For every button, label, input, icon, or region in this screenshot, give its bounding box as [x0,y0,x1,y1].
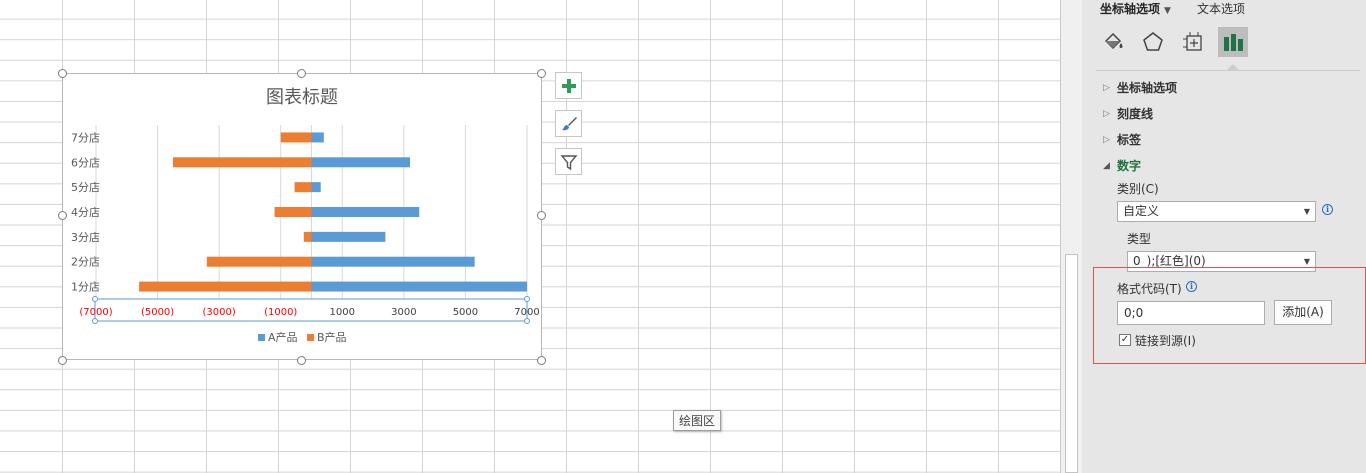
effects-tab[interactable] [1138,27,1168,57]
plot-area-tooltip: 绘图区 [673,410,722,431]
bar-b [280,132,312,143]
legend-label: B产品 [317,330,347,344]
bar-a [311,231,386,242]
plus-icon [561,78,576,93]
pane-divider [1096,70,1360,71]
section-number-label: 数字 [1117,159,1142,173]
size-properties-icon [1183,32,1202,51]
category-tick-label: 1分店 [71,280,100,294]
category-tick-label: 4分店 [71,205,100,219]
bar-b [172,157,312,168]
chart-resize-handle[interactable] [297,356,306,365]
sheet-vertical-scrollbar[interactable] [1060,0,1082,473]
bar-chart-icon [1224,34,1243,51]
bar-a [311,256,475,267]
chart-styles-button[interactable] [555,110,582,137]
bar-a [311,182,321,193]
x-tick-label: (5000) [141,307,174,318]
bar-b [206,256,312,267]
x-tick-label: 5000 [453,307,478,318]
pentagon-icon [1143,32,1163,51]
chevron-right-icon: ▷ [1103,82,1110,93]
axis-options-tab[interactable] [1218,27,1248,57]
chart-plot-area[interactable]: 1分店 2分店 3分店 4分店 5分店 6分店 7分店 (7000) (5000) (3000) (… [63,74,543,361]
link-to-source-checkbox[interactable]: ✓ [1119,334,1131,346]
chart-resize-handle[interactable] [537,211,546,220]
chevron-down-icon[interactable]: ▼ [1164,6,1171,16]
bar-b [303,231,312,242]
tab-text-options[interactable]: 文本选项 [1197,0,1245,18]
category-label: 类别(C) [1117,182,1159,196]
legend-swatch [258,334,265,341]
chart-filters-button[interactable] [555,148,582,175]
section-number[interactable]: ◢ 数字 [1103,157,1141,174]
section-labels-label: 标签 [1117,133,1142,147]
filter-icon [559,154,578,170]
pane-category-icons [1098,27,1248,57]
x-tick-label: 3000 [391,307,416,318]
x-tick-label: (7000) [79,307,112,318]
x-tick-label: (1000) [264,307,297,318]
section-tick-marks[interactable]: ▷ 刻度线 [1103,105,1153,122]
axis-selection-handle [92,296,98,302]
category-tick-label: 5分店 [71,180,100,194]
bar-b [294,182,312,193]
tab-axis-options-label: 坐标轴选项 [1100,2,1161,16]
size-properties-tab[interactable] [1178,27,1208,57]
section-axis-options[interactable]: ▷ 坐标轴选项 [1103,79,1177,96]
tab-axis-options[interactable]: 坐标轴选项 ▼ [1100,0,1171,18]
axis-selection-handle [524,318,530,324]
info-icon[interactable]: i [1322,204,1333,215]
chevron-right-icon: ▷ [1103,134,1110,145]
category-select-value: 自定义 [1123,204,1160,218]
chevron-right-icon: ▷ [1103,108,1110,119]
fill-line-tab[interactable] [1098,27,1128,57]
section-tick-marks-label: 刻度线 [1117,107,1154,121]
format-code-input[interactable]: 0;0 [1117,301,1265,325]
tab-text-options-label: 文本选项 [1196,2,1245,16]
axis-selection-handle [92,318,98,324]
brush-icon [561,116,577,130]
pane-tabs: 坐标轴选项 ▼ 文本选项 [1100,0,1245,18]
x-tick-label: 7000 [514,307,539,318]
axis-selection-handle [524,296,530,302]
category-select[interactable]: 自定义 ▼ [1117,201,1316,222]
chart-resize-handle[interactable] [537,356,546,365]
format-axis-pane: 坐标轴选项 ▼ 文本选项 ▷ 坐标轴选项 ▷ 刻度线 ▷ 标签 ◢ 数字 类别(… [1082,0,1366,473]
type-select-value: 0_);[红色](0) [1133,254,1206,268]
chart-resize-handle[interactable] [58,356,67,365]
category-tick-label: 6分店 [71,155,100,169]
chart-elements-button[interactable] [555,72,582,99]
x-tick-label: (3000) [203,307,236,318]
chart-object[interactable]: 图表标题 1分店 2分店 3分店 4分店 5分店 6分店 7分店 (7000) (5000) (3… [62,73,542,360]
bar-a [311,157,411,168]
chart-resize-handle[interactable] [58,211,67,220]
chart-resize-handle[interactable] [537,69,546,78]
x-tick-label: 1000 [330,307,355,318]
legend-swatch [307,334,314,341]
bar-b [274,207,312,217]
add-button[interactable]: 添加(A) [1274,300,1332,325]
format-code-label: 格式代码(T) [1117,282,1182,296]
type-label: 类型 [1127,232,1152,246]
fill-icon [1104,32,1123,50]
legend-label: A产品 [268,330,298,344]
scrollbar-thumb[interactable] [1065,254,1078,473]
category-tick-label: 3分店 [71,230,100,244]
bar-a [311,281,527,292]
link-to-source-label: 链接到源(I) [1135,334,1196,348]
bar-a [311,207,420,217]
section-axis-options-label: 坐标轴选项 [1117,81,1178,95]
category-tick-label: 7分店 [71,130,100,144]
section-labels[interactable]: ▷ 标签 [1103,131,1141,148]
category-tick-label: 2分店 [71,255,100,269]
bar-b [139,281,312,292]
chevron-down-icon: ◢ [1103,160,1110,171]
bar-a [311,132,324,143]
chart-resize-handle[interactable] [297,69,306,78]
dropdown-arrow-icon: ▼ [1303,207,1310,216]
chart-resize-handle[interactable] [58,69,67,78]
info-icon[interactable]: i [1186,281,1197,292]
